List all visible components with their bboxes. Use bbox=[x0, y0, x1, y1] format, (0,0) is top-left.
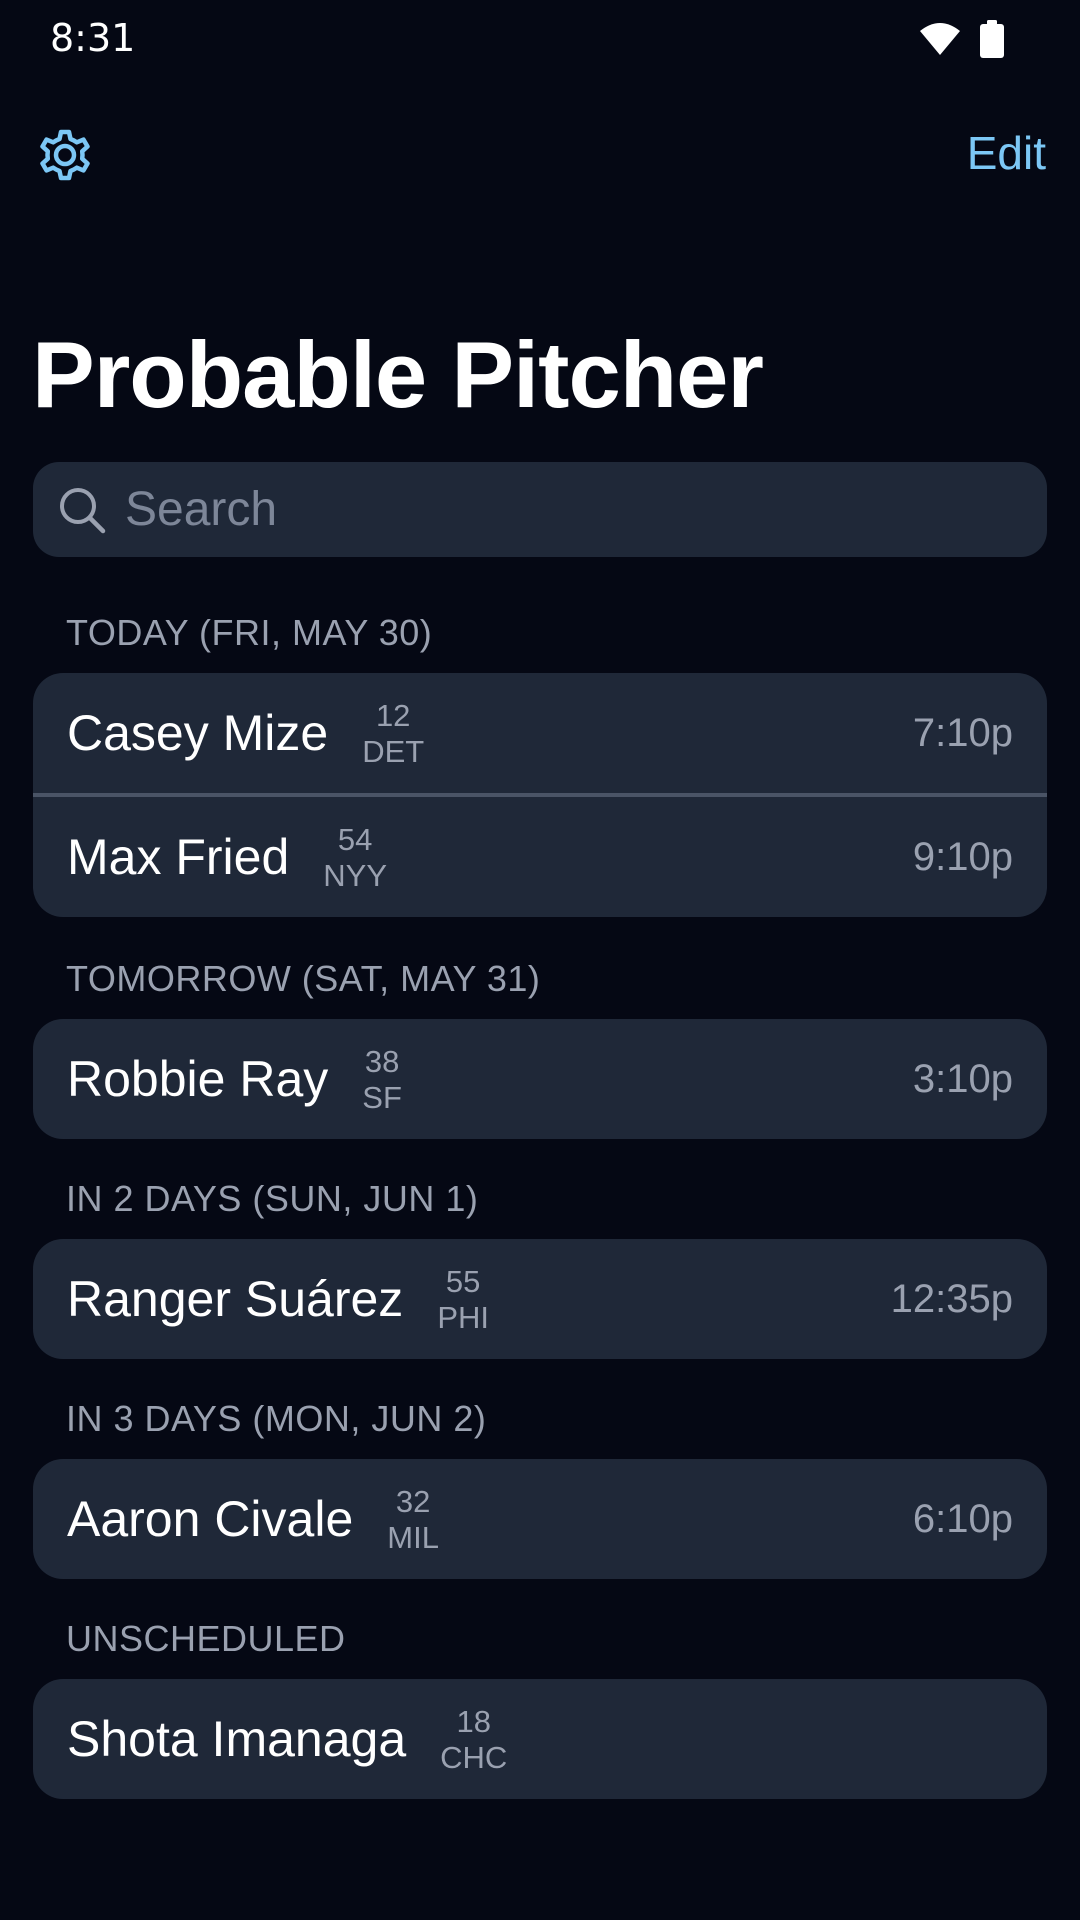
pitcher-team: SF bbox=[362, 1080, 402, 1115]
pitcher-row[interactable]: Robbie Ray 38 SF 3:10p bbox=[33, 1019, 1047, 1139]
search-input[interactable] bbox=[123, 468, 1047, 551]
pitcher-team: CHC bbox=[440, 1740, 508, 1775]
pitcher-meta: 55 PHI bbox=[437, 1264, 489, 1336]
pitcher-team: PHI bbox=[437, 1300, 489, 1335]
pitcher-number: 54 bbox=[337, 822, 373, 857]
status-time: 8:31 bbox=[50, 16, 136, 60]
game-time: 7:10p bbox=[912, 710, 1013, 755]
pitcher-name: Max Fried bbox=[67, 829, 290, 885]
pitcher-meta: 32 MIL bbox=[387, 1484, 439, 1556]
section-header-in-2-days: IN 2 DAYS (SUN, JUN 1) bbox=[66, 1178, 479, 1219]
pitcher-row[interactable]: Max Fried 54 NYY 9:10p bbox=[33, 793, 1047, 917]
pitcher-list-card: Shota Imanaga 18 CHC bbox=[33, 1679, 1047, 1799]
search-bar[interactable] bbox=[33, 462, 1047, 557]
search-icon bbox=[60, 487, 106, 533]
pitcher-list-card: Casey Mize 12 DET 7:10p Max Fried 54 NYY… bbox=[33, 673, 1047, 917]
section-header-in-3-days: IN 3 DAYS (MON, JUN 2) bbox=[66, 1398, 487, 1439]
pitcher-team: DET bbox=[362, 734, 425, 769]
gear-icon bbox=[40, 129, 90, 181]
pitcher-number: 38 bbox=[364, 1044, 400, 1079]
pitcher-row[interactable]: Ranger Suárez 55 PHI 12:35p bbox=[33, 1239, 1047, 1359]
pitcher-team: MIL bbox=[387, 1520, 439, 1555]
section-header-tomorrow: TOMORROW (SAT, MAY 31) bbox=[66, 958, 541, 999]
pitcher-number: 18 bbox=[456, 1704, 491, 1739]
pitcher-name: Robbie Ray bbox=[67, 1051, 329, 1107]
pitcher-row[interactable]: Aaron Civale 32 MIL 6:10p bbox=[33, 1459, 1047, 1579]
section-header-today: TODAY (FRI, MAY 30) bbox=[66, 612, 433, 653]
pitcher-row[interactable]: Shota Imanaga 18 CHC bbox=[33, 1679, 1047, 1799]
section-header-unscheduled: UNSCHEDULED bbox=[66, 1618, 346, 1659]
game-time: 3:10p bbox=[912, 1056, 1013, 1101]
pitcher-list-card: Ranger Suárez 55 PHI 12:35p bbox=[33, 1239, 1047, 1359]
pitcher-team: NYY bbox=[323, 858, 388, 893]
pitcher-name: Aaron Civale bbox=[67, 1491, 354, 1547]
nav-bar: Edit bbox=[0, 110, 1080, 200]
pitcher-meta: 54 NYY bbox=[323, 822, 387, 894]
pitcher-number: 55 bbox=[445, 1264, 481, 1299]
game-time: 12:35p bbox=[890, 1276, 1013, 1321]
wifi-icon bbox=[920, 23, 960, 55]
pitcher-name: Ranger Suárez bbox=[67, 1271, 404, 1327]
pitcher-meta: 12 DET bbox=[362, 698, 424, 770]
status-icons bbox=[918, 20, 1004, 58]
pitcher-row[interactable]: Casey Mize 12 DET 7:10p bbox=[33, 673, 1047, 793]
settings-button[interactable] bbox=[34, 124, 96, 186]
pitcher-list-card: Robbie Ray 38 SF 3:10p bbox=[33, 1019, 1047, 1139]
pitcher-list-card: Aaron Civale 32 MIL 6:10p bbox=[33, 1459, 1047, 1579]
pitcher-meta: 18 CHC bbox=[440, 1704, 507, 1776]
pitcher-name: Casey Mize bbox=[67, 705, 329, 761]
pitcher-meta: 38 SF bbox=[362, 1044, 402, 1116]
status-bar: 8:31 bbox=[0, 0, 1080, 80]
edit-button[interactable]: Edit bbox=[967, 126, 1046, 180]
pitcher-name: Shota Imanaga bbox=[67, 1711, 407, 1767]
game-time: 6:10p bbox=[912, 1496, 1013, 1541]
battery-icon bbox=[980, 20, 1004, 58]
pitcher-number: 12 bbox=[375, 698, 411, 733]
game-time: 9:10p bbox=[912, 834, 1013, 879]
page-title: Probable Pitcher bbox=[32, 322, 764, 427]
pitcher-number: 32 bbox=[395, 1484, 431, 1519]
